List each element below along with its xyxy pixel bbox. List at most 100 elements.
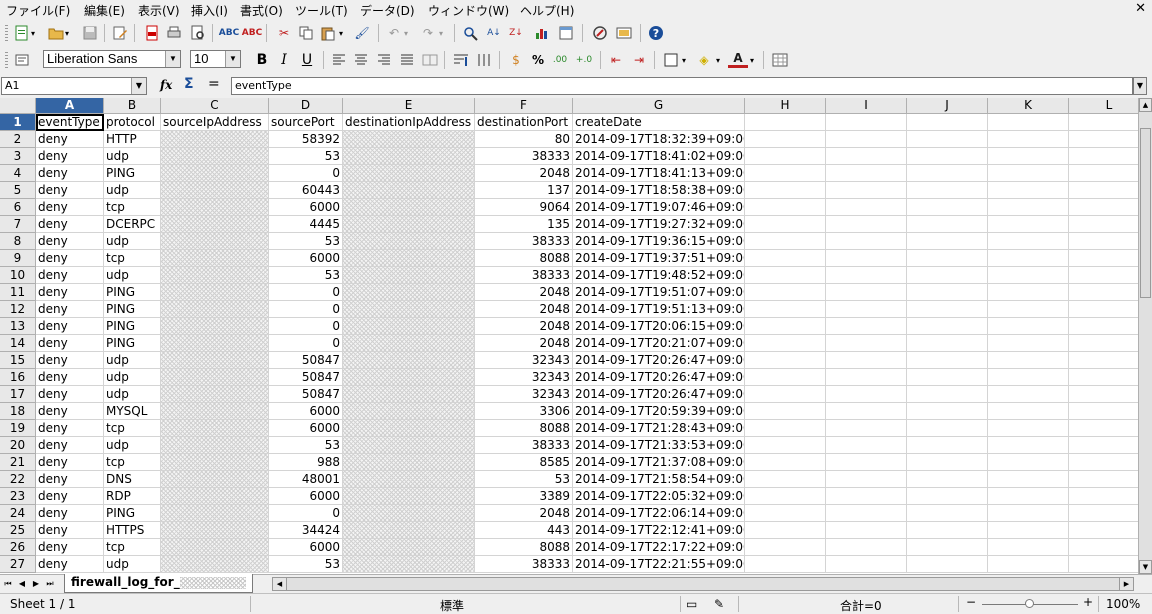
table-cell[interactable] [988,301,1069,318]
table-cell[interactable] [1069,284,1138,301]
table-cell[interactable]: deny [36,182,104,199]
table-cell[interactable] [988,250,1069,267]
table-cell[interactable]: 6000 [269,488,343,505]
table-cell[interactable]: 58392 [269,131,343,148]
font-size-combo[interactable]: 10 ▼ [190,50,241,68]
autospellcheck-icon[interactable]: ABC [242,23,262,43]
toggle-grid-icon[interactable] [770,50,790,70]
chevron-down-icon[interactable]: ▼ [225,51,240,67]
header-cell[interactable]: sourcePort [269,114,343,131]
table-cell[interactable]: 6000 [269,250,343,267]
table-cell[interactable] [343,301,475,318]
table-cell[interactable] [1069,369,1138,386]
table-cell[interactable]: 443 [475,522,573,539]
table-cell[interactable]: 53 [269,437,343,454]
sort-ascending-icon[interactable]: A↓ [484,23,504,43]
table-cell[interactable] [161,335,269,352]
column-header[interactable]: C [161,98,269,114]
table-cell[interactable] [907,522,988,539]
table-cell[interactable] [826,556,907,573]
name-box[interactable]: A1 ▼ [1,77,147,95]
table-cell[interactable]: 2014-09-17T19:27:32+09:00 [573,216,745,233]
align-right-icon[interactable] [374,50,394,70]
table-cell[interactable] [343,216,475,233]
table-cell[interactable]: 8088 [475,420,573,437]
table-cell[interactable] [1069,165,1138,182]
table-cell[interactable] [343,250,475,267]
table-cell[interactable]: 60443 [269,182,343,199]
table-cell[interactable] [1069,403,1138,420]
menu-item[interactable]: 書式(O) [240,2,283,19]
table-cell[interactable] [907,505,988,522]
currency-icon[interactable]: $ [506,50,526,70]
zoom-level[interactable]: 100% [1106,597,1140,611]
table-cell[interactable] [826,199,907,216]
table-cell[interactable]: 38333 [475,233,573,250]
table-cell[interactable] [745,454,826,471]
menu-item[interactable]: 挿入(I) [191,2,228,19]
table-cell[interactable]: 53 [269,148,343,165]
table-cell[interactable] [745,216,826,233]
table-cell[interactable] [745,148,826,165]
table-cell[interactable] [161,352,269,369]
merge-cells-icon[interactable] [420,50,440,70]
table-cell[interactable] [826,488,907,505]
italic-icon[interactable]: I [274,50,294,70]
table-cell[interactable] [161,182,269,199]
table-cell[interactable]: RDP [104,488,161,505]
table-cell[interactable] [343,352,475,369]
table-cell[interactable] [1069,352,1138,369]
scroll-down-icon[interactable]: ▼ [1139,560,1152,574]
table-cell[interactable]: 38333 [475,148,573,165]
row-header[interactable]: 12 [0,301,36,318]
table-cell[interactable] [343,165,475,182]
table-cell[interactable] [161,386,269,403]
table-cell[interactable] [161,437,269,454]
table-cell[interactable]: 2014-09-17T19:07:46+09:00 [573,199,745,216]
table-cell[interactable]: PING [104,301,161,318]
align-left-icon[interactable] [329,50,349,70]
table-cell[interactable]: 2014-09-17T21:33:53+09:00 [573,437,745,454]
table-cell[interactable]: 50847 [269,369,343,386]
table-cell[interactable] [826,148,907,165]
table-cell[interactable] [745,369,826,386]
table-cell[interactable] [161,539,269,556]
vertical-scrollbar[interactable]: ▲ ▼ [1138,98,1152,574]
table-cell[interactable] [745,403,826,420]
table-cell[interactable] [826,454,907,471]
toolbar-grip[interactable] [5,25,8,41]
font-name-combo[interactable]: Liberation Sans ▼ [43,50,181,68]
table-cell[interactable] [161,318,269,335]
row-header[interactable]: 23 [0,488,36,505]
table-cell[interactable] [343,148,475,165]
table-cell[interactable]: 2048 [475,284,573,301]
zoom-out-icon[interactable]: − [966,595,976,609]
table-cell[interactable]: 135 [475,216,573,233]
menu-item[interactable]: ヘルプ(H) [520,2,574,19]
row-header[interactable]: 18 [0,403,36,420]
select-all-corner[interactable] [0,98,36,114]
table-cell[interactable] [161,556,269,573]
table-cell[interactable]: deny [36,556,104,573]
row-header[interactable]: 8 [0,233,36,250]
table-cell[interactable] [343,471,475,488]
table-cell[interactable]: deny [36,420,104,437]
previous-sheet-icon[interactable]: ◀ [16,577,28,590]
header-cell[interactable] [745,114,826,131]
pivot-table-icon[interactable] [556,23,576,43]
table-cell[interactable] [343,420,475,437]
table-cell[interactable] [988,352,1069,369]
table-cell[interactable]: MYSQL [104,403,161,420]
table-cell[interactable] [343,284,475,301]
table-cell[interactable]: 34424 [269,522,343,539]
table-cell[interactable] [988,131,1069,148]
table-cell[interactable] [988,420,1069,437]
table-cell[interactable]: 137 [475,182,573,199]
table-cell[interactable]: 6000 [269,539,343,556]
table-cell[interactable]: 0 [269,505,343,522]
table-cell[interactable] [988,216,1069,233]
table-cell[interactable]: 6000 [269,403,343,420]
styles-icon[interactable] [12,50,32,70]
paste-dropdown-icon[interactable]: ▾ [336,23,346,43]
function-wizard-icon[interactable]: fx [160,78,172,92]
